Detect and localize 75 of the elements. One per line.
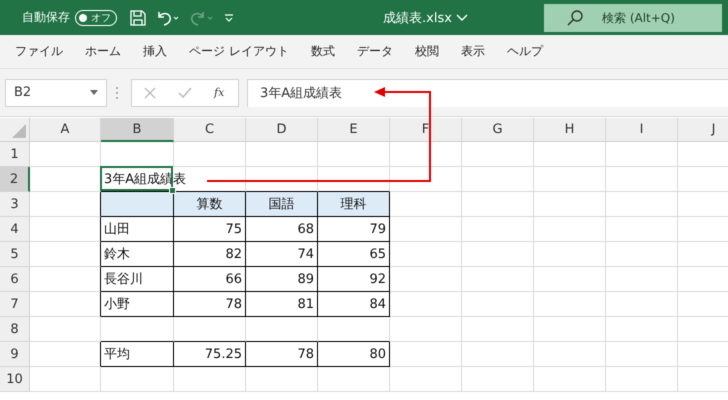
name-box[interactable]: B2 (5, 78, 107, 106)
table-cell[interactable]: 鈴木 (101, 242, 174, 267)
row-header[interactable]: 6 (0, 267, 30, 292)
table-cell[interactable]: 80 (318, 342, 390, 367)
insert-function-button[interactable]: fx (214, 86, 224, 99)
drag-handle-icon[interactable] (115, 86, 119, 100)
cancel-icon[interactable] (144, 86, 156, 98)
table-cell[interactable] (30, 242, 101, 267)
table-cell[interactable]: 74 (246, 242, 318, 267)
formula-field[interactable]: 3年A組成績表 (247, 78, 728, 106)
row-header[interactable]: 5 (0, 242, 30, 267)
table-cell[interactable]: 理科 (318, 192, 390, 217)
column-header[interactable]: H (534, 118, 606, 142)
menu-tab[interactable]: 挿入 (135, 43, 175, 60)
chevron-icon[interactable] (456, 12, 468, 22)
table-cell[interactable] (30, 267, 101, 292)
menu-tab[interactable]: ページ レイアウト (181, 43, 297, 60)
table-cell[interactable]: 65 (318, 242, 390, 267)
column-header[interactable]: A (30, 118, 101, 142)
customize-icon[interactable] (223, 12, 235, 24)
row-header[interactable]: 9 (0, 342, 30, 367)
row-header[interactable]: 2 (0, 167, 30, 192)
table-cell[interactable]: 66 (174, 267, 246, 292)
row-header[interactable]: 4 (0, 217, 30, 242)
autosave-label: 自動保存 (22, 9, 70, 26)
table-cell[interactable] (30, 292, 101, 317)
table-cell[interactable]: 79 (318, 217, 390, 242)
table-cell[interactable]: 92 (318, 267, 390, 292)
table-cell[interactable]: 84 (318, 292, 390, 317)
row-header[interactable]: 8 (0, 317, 30, 342)
column-header[interactable]: E (318, 118, 390, 142)
table-cell[interactable]: 78 (246, 342, 318, 367)
table-cell[interactable]: 82 (174, 242, 246, 267)
menu-tab[interactable]: 校閲 (406, 43, 447, 60)
table-cell[interactable] (101, 192, 174, 217)
table-cell[interactable] (30, 217, 101, 242)
table-cell[interactable]: 国語 (246, 192, 318, 217)
table-cell[interactable]: 75 (174, 217, 246, 242)
save-icon[interactable] (129, 8, 147, 26)
table-cell[interactable]: 長谷川 (101, 267, 174, 292)
table-cell[interactable]: 81 (246, 292, 318, 317)
autosave-toggle[interactable]: オフ (75, 10, 117, 26)
menu-tab[interactable]: ヘルプ (498, 43, 551, 60)
table-cell[interactable]: 小野 (101, 292, 174, 317)
file-name[interactable]: 成績表.xlsx (383, 8, 452, 26)
table-cell[interactable]: 平均 (101, 342, 174, 367)
table-cell[interactable] (30, 342, 101, 367)
column-header[interactable]: B (101, 118, 174, 142)
row-header[interactable]: 7 (0, 292, 30, 317)
dropdown-icon[interactable] (90, 90, 98, 95)
menu-tab[interactable]: データ (348, 43, 401, 60)
row-header[interactable]: 3 (0, 192, 30, 217)
column-header[interactable]: J (678, 118, 728, 142)
menu-tab[interactable]: ホーム (77, 43, 129, 60)
row-header[interactable]: 10 (0, 367, 30, 392)
menu-tab[interactable]: 表示 (452, 43, 493, 60)
table-cell[interactable]: 山田 (101, 217, 174, 242)
check-icon[interactable] (178, 86, 192, 98)
menu-tab[interactable]: ファイル (7, 43, 71, 60)
search-field[interactable]: 検索 (Alt+Q) (544, 4, 722, 32)
search-icon (566, 8, 584, 26)
row-header[interactable]: 1 (0, 142, 30, 167)
menu-tab[interactable]: 数式 (302, 43, 343, 60)
column-header[interactable]: C (174, 118, 246, 142)
fill-handle[interactable] (169, 187, 176, 194)
select-all-icon[interactable] (12, 124, 26, 138)
table-cell[interactable]: 68 (246, 217, 318, 242)
column-header[interactable]: I (606, 118, 678, 142)
table-cell[interactable]: 算数 (174, 192, 246, 217)
column-header[interactable]: F (390, 118, 462, 142)
table-cell[interactable]: 75.25 (174, 342, 246, 367)
column-header[interactable]: G (462, 118, 534, 142)
table-cell[interactable]: 78 (174, 292, 246, 317)
column-header[interactable]: D (246, 118, 318, 142)
table-cell[interactable]: 89 (246, 267, 318, 292)
